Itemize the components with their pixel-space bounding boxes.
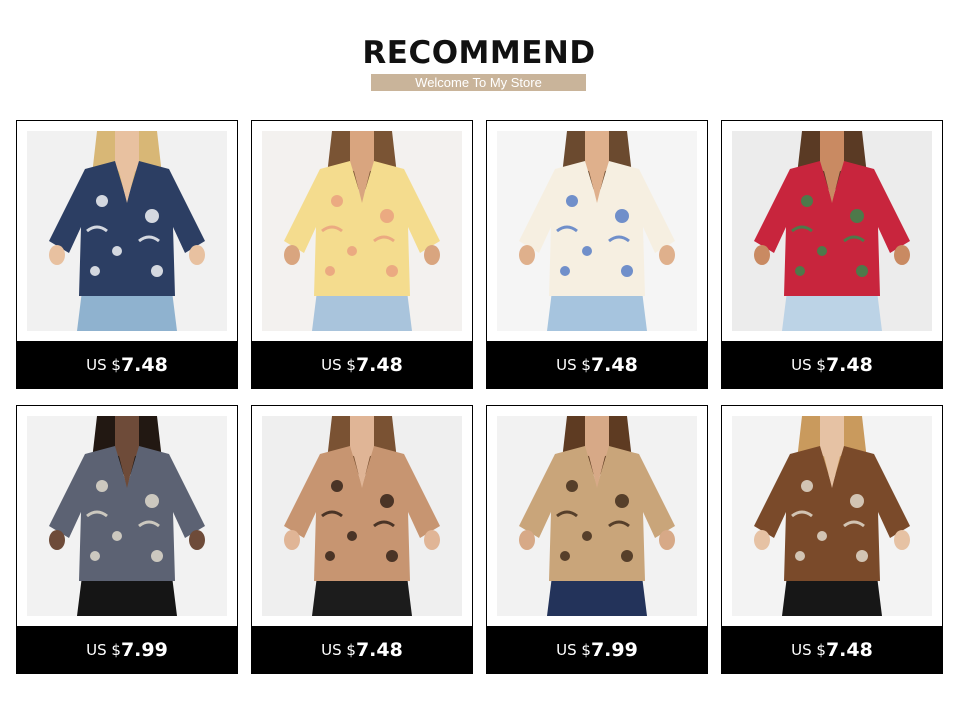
product-card[interactable]: US $7.48 [721, 120, 943, 389]
product-image-navy-tropical-print-shirt[interactable] [27, 131, 227, 331]
product-image-zebra-print-shirt[interactable] [262, 416, 462, 616]
price-value: 7.48 [355, 354, 403, 376]
price-currency: US $ [86, 641, 121, 659]
product-card[interactable]: US $7.99 [486, 405, 708, 674]
price-value: 7.48 [355, 639, 403, 661]
price-bar: US $7.48 [486, 341, 708, 389]
price-value: 7.99 [120, 639, 168, 661]
price-currency: US $ [791, 641, 826, 659]
price-bar: US $7.48 [251, 341, 473, 389]
price-bar: US $7.48 [721, 626, 943, 674]
product-card[interactable]: US $7.48 [16, 120, 238, 389]
product-image-patchwork-animal-print-shirt[interactable] [732, 416, 932, 616]
product-card[interactable]: US $7.48 [721, 405, 943, 674]
recommend-page: RECOMMEND Welcome To My Store US $7.48 US… [0, 0, 958, 710]
product-image-rainbow-stripe-shirt[interactable] [732, 131, 932, 331]
subtitle-banner: Welcome To My Store [371, 74, 586, 91]
product-image-mixed-animal-print-shirt[interactable] [27, 416, 227, 616]
price-bar: US $7.48 [16, 341, 238, 389]
product-image-yellow-palm-print-shirt[interactable] [262, 131, 462, 331]
price-currency: US $ [321, 641, 356, 659]
price-currency: US $ [86, 356, 121, 374]
price-value: 7.48 [590, 354, 638, 376]
price-bar: US $7.99 [16, 626, 238, 674]
price-currency: US $ [321, 356, 356, 374]
price-value: 7.48 [120, 354, 168, 376]
product-card[interactable]: US $7.99 [16, 405, 238, 674]
product-image-chain-print-white-shirt[interactable] [497, 131, 697, 331]
product-card[interactable]: US $7.48 [251, 120, 473, 389]
page-title: RECOMMEND [362, 35, 596, 71]
product-card[interactable]: US $7.48 [486, 120, 708, 389]
price-value: 7.99 [590, 639, 638, 661]
price-value: 7.48 [825, 354, 873, 376]
product-image-leopard-print-shirt[interactable] [497, 416, 697, 616]
product-card[interactable]: US $7.48 [251, 405, 473, 674]
header: RECOMMEND [0, 34, 958, 72]
price-bar: US $7.48 [251, 626, 473, 674]
price-currency: US $ [791, 356, 826, 374]
price-currency: US $ [556, 356, 591, 374]
price-bar: US $7.99 [486, 626, 708, 674]
price-currency: US $ [556, 641, 591, 659]
price-bar: US $7.48 [721, 341, 943, 389]
price-value: 7.48 [825, 639, 873, 661]
